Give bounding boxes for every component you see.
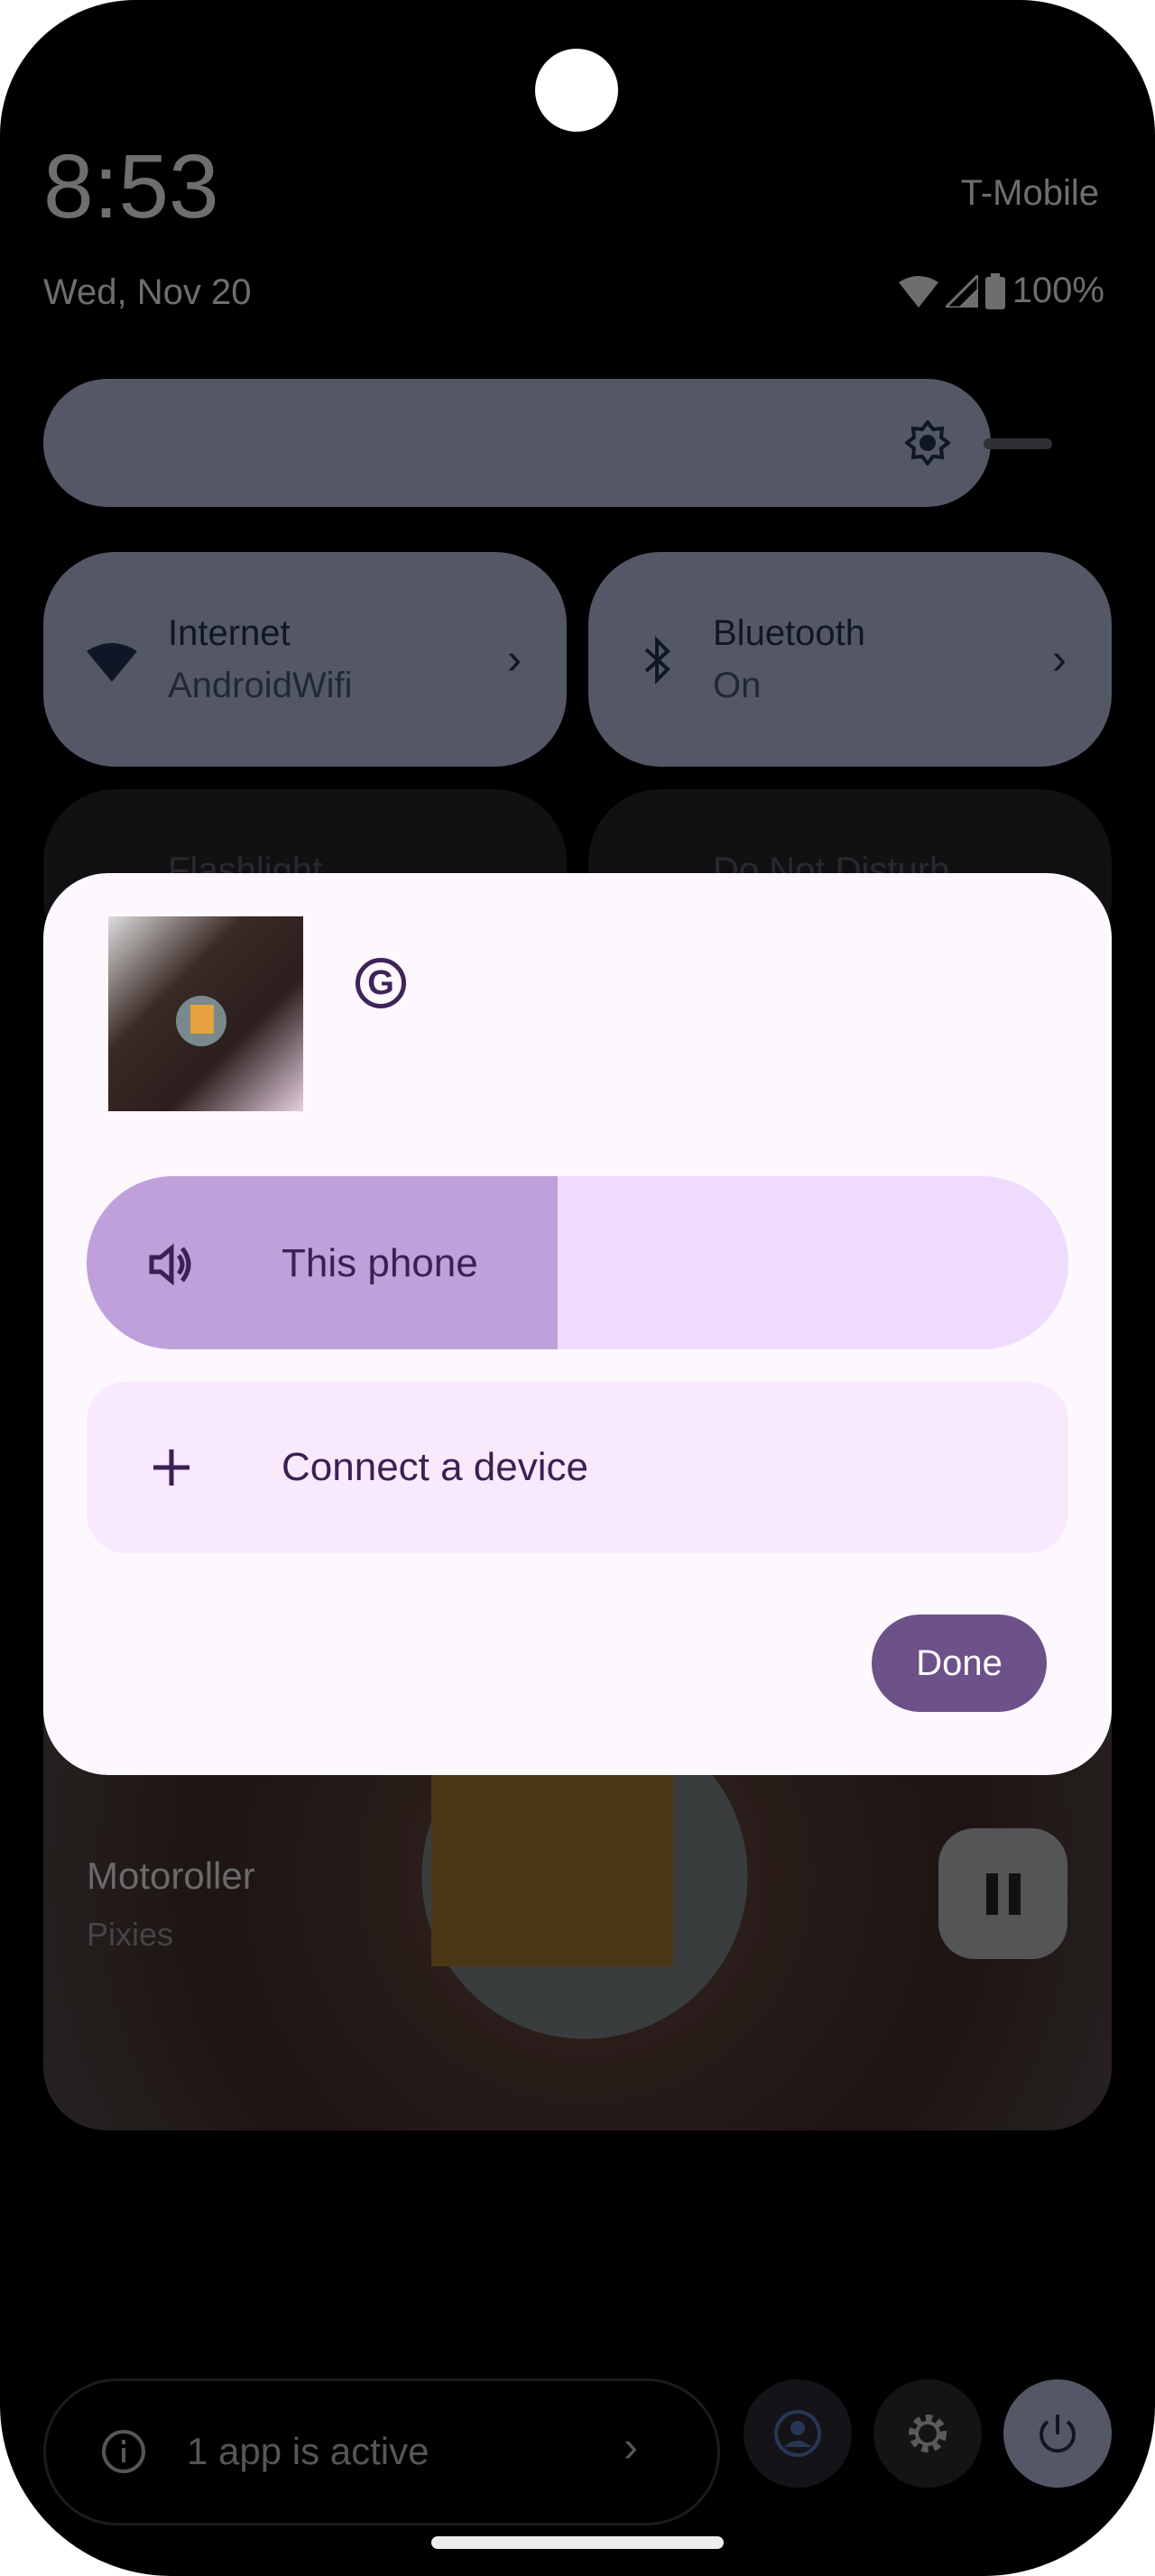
active-apps-button[interactable]: 1 app is active › <box>43 2378 720 2525</box>
plus-icon <box>153 1449 189 1486</box>
pause-icon-bar <box>1008 1872 1021 1915</box>
media-output-dialog: G This phone Connect a device Done <box>43 873 1112 1775</box>
home-indicator[interactable] <box>431 2536 724 2549</box>
album-art-background <box>431 1768 673 1966</box>
brightness-icon <box>905 420 950 465</box>
chevron-right-icon: › <box>507 636 522 684</box>
power-icon <box>1040 2415 1076 2453</box>
carrier: T-Mobile <box>960 173 1099 213</box>
pause-icon <box>985 1872 998 1915</box>
active-apps-label: 1 app is active <box>187 2430 430 2472</box>
wifi-icon <box>87 643 137 682</box>
date: Wed, Nov 20 <box>43 272 252 312</box>
settings-button[interactable] <box>873 2379 982 2488</box>
tile-subtitle: AndroidWifi <box>168 666 353 705</box>
signal-icon <box>945 274 978 308</box>
info-icon <box>102 2430 145 2473</box>
user-icon <box>774 2410 821 2457</box>
notification-shade: 8:53 Wed, Nov 20 T-Mobile 100% Internet … <box>0 0 1155 2576</box>
record-label <box>190 1005 214 1034</box>
clock: 8:53 <box>43 136 219 237</box>
connect-device-button[interactable]: Connect a device <box>87 1382 1068 1553</box>
speaker-icon <box>149 1243 191 1286</box>
tile-title: Internet <box>168 613 291 653</box>
battery-icon <box>984 272 1005 309</box>
device-label: This phone <box>282 1241 478 1285</box>
media-artist: Pixies <box>87 1916 174 1953</box>
device-this-phone-volume-slider[interactable]: This phone <box>87 1176 1068 1349</box>
done-button[interactable]: Done <box>872 1615 1047 1712</box>
app-icon: G <box>356 958 406 1008</box>
tile-internet[interactable]: Internet AndroidWifi › <box>43 552 567 767</box>
gear-icon <box>909 2415 947 2452</box>
tile-title: Bluetooth <box>713 613 866 653</box>
camera-cutout <box>535 49 618 132</box>
bluetooth-icon <box>644 636 670 685</box>
chevron-right-icon: › <box>624 2424 638 2471</box>
connect-label: Connect a device <box>282 1445 588 1489</box>
user-switcher-button[interactable] <box>744 2379 852 2488</box>
brightness-track[interactable] <box>984 438 1052 449</box>
status-icons: 100% <box>898 271 1104 311</box>
brightness-slider[interactable] <box>43 379 991 507</box>
tile-bluetooth[interactable]: Bluetooth On › <box>588 552 1112 767</box>
pause-button[interactable] <box>938 1828 1067 1959</box>
tile-subtitle: On <box>713 666 762 705</box>
battery-percent: 100% <box>1012 271 1104 310</box>
power-button[interactable] <box>1003 2379 1112 2488</box>
chevron-right-icon: › <box>1052 636 1067 684</box>
wifi-icon <box>898 275 938 308</box>
media-title: Motoroller <box>87 1854 255 1897</box>
album-art <box>108 916 303 1111</box>
record-disc <box>176 996 226 1046</box>
